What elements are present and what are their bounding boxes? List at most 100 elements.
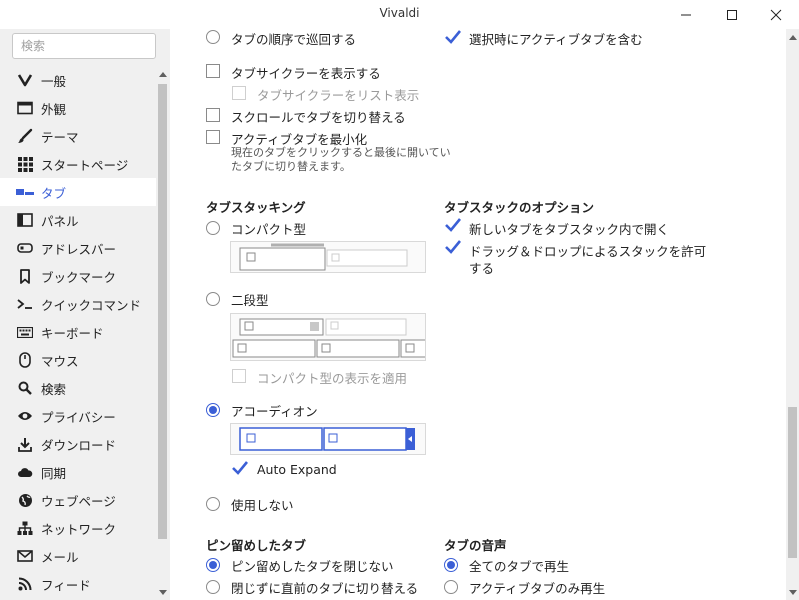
sidebar-item-appearance[interactable]: 外観 <box>0 94 156 122</box>
sidebar-item-label: マウス <box>41 353 79 369</box>
mouse-icon <box>16 351 34 369</box>
sidebar-item-search[interactable]: 検索 <box>0 374 156 402</box>
content-scrollbar-thumb[interactable] <box>788 407 797 558</box>
cycle-tab-order-radio[interactable] <box>206 30 220 44</box>
audio-active-only-radio[interactable] <box>444 580 458 594</box>
sidebar-item-mail[interactable]: メール <box>0 542 156 570</box>
show-tab-cycler-checkbox[interactable] <box>206 64 220 78</box>
search-icon <box>16 379 34 397</box>
sidebar-item-keyboard[interactable]: キーボード <box>0 318 156 346</box>
content-scroll-up-arrow[interactable] <box>786 31 799 43</box>
sidebar-item-label: 外観 <box>41 101 67 117</box>
stacking-accordion-radio[interactable] <box>206 403 220 417</box>
content-scroll-down-arrow[interactable] <box>786 586 799 598</box>
sidebar-item-tabs[interactable]: タブ <box>0 178 156 206</box>
sidebar-item-privacy[interactable]: プライバシー <box>0 402 156 430</box>
sidebar-item-theme[interactable]: テーマ <box>0 122 156 150</box>
minimize-active-tab-checkbox[interactable] <box>206 130 220 144</box>
minimize-active-tab-description: 現在のタブをクリックすると最後に開いてい <box>231 146 451 159</box>
sidebar-item-label: スタートページ <box>41 157 129 173</box>
cycler-list-label: タブサイクラーをリスト表示 <box>257 88 420 103</box>
sidebar-item-address-bar[interactable]: アドレスバー <box>0 234 156 262</box>
sidebar-item-label: パネル <box>41 213 79 229</box>
sidebar-scroll-up-arrow[interactable] <box>156 68 169 80</box>
minimize-button[interactable] <box>663 0 709 29</box>
stacking-compact-radio[interactable] <box>206 221 220 235</box>
settings-sidebar: 一般 外観 テーマ スタートページ タブ パネル <box>0 29 170 600</box>
open-in-stack-checkbox[interactable] <box>444 217 462 233</box>
audio-all-tabs-label: 全てのタブで再生 <box>469 559 570 574</box>
maximize-button[interactable] <box>709 0 755 29</box>
brush-icon <box>16 127 34 145</box>
address-bar-icon <box>16 239 34 257</box>
mail-icon <box>16 547 34 565</box>
apply-compact-label: コンパクト型の表示を適用 <box>257 371 408 386</box>
cycler-list-checkbox[interactable] <box>232 86 246 100</box>
audio-active-only-label: アクティブタブのみ再生 <box>469 581 606 596</box>
stacking-none-label: 使用しない <box>231 498 294 513</box>
arrow-down-icon <box>158 589 167 595</box>
sidebar-item-quick-commands[interactable]: クイックコマンド <box>0 290 156 318</box>
sidebar-item-mouse[interactable]: マウス <box>0 346 156 374</box>
sidebar-item-label: ダウンロード <box>41 437 117 453</box>
arrow-up-icon <box>788 34 797 40</box>
cloud-icon <box>16 463 34 481</box>
panel-icon <box>16 211 34 229</box>
include-active-tab-checkbox[interactable] <box>444 29 462 45</box>
arrow-down-icon <box>788 589 797 595</box>
stacking-two-level-radio[interactable] <box>206 292 220 306</box>
scroll-switch-tabs-label: スクロールでタブを切り替える <box>231 110 406 125</box>
scroll-switch-tabs-checkbox[interactable] <box>206 108 220 122</box>
audio-all-tabs-radio[interactable] <box>444 558 458 572</box>
stacking-none-radio[interactable] <box>206 497 220 511</box>
sidebar-item-label: 一般 <box>41 73 67 89</box>
title-bar: Vivaldi <box>0 0 799 29</box>
settings-nav: 一般 外観 テーマ スタートページ タブ パネル アドレスバー ブックマーク ク… <box>0 66 156 598</box>
window-icon <box>16 99 34 117</box>
feed-icon <box>16 575 34 593</box>
tab-stacking-heading: タブスタッキング <box>206 200 306 215</box>
stacking-accordion-label: アコーディオン <box>231 404 318 419</box>
sidebar-item-label: 同期 <box>41 465 67 481</box>
pinned-switch-prev-radio[interactable] <box>206 580 220 594</box>
sidebar-item-panels[interactable]: パネル <box>0 206 156 234</box>
stacking-compact-label: コンパクト型 <box>231 222 307 237</box>
drag-drop-stack-label: ドラッグ＆ドロップによるスタックを許可 <box>469 244 707 259</box>
sidebar-item-webpages[interactable]: ウェブページ <box>0 486 156 514</box>
close-icon <box>770 9 782 20</box>
sidebar-item-label: ネットワーク <box>41 521 117 537</box>
sidebar-item-start-page[interactable]: スタートページ <box>0 150 156 178</box>
include-active-tab-label: 選択時にアクティブタブを含む <box>469 32 643 47</box>
vivaldi-logo-icon <box>16 71 34 89</box>
drag-drop-stack-checkbox[interactable] <box>444 239 462 255</box>
sidebar-scrollbar-thumb[interactable] <box>158 84 167 539</box>
two-level-stack-preview <box>230 313 432 361</box>
minimize-active-tab-description: たタブに切り替えます。 <box>231 160 351 173</box>
sidebar-item-label: ブックマーク <box>41 269 117 285</box>
pinned-dont-close-radio[interactable] <box>206 558 220 572</box>
sidebar-item-label: 検索 <box>41 381 67 397</box>
sidebar-scroll-down-arrow[interactable] <box>156 586 169 598</box>
eye-icon <box>16 407 34 425</box>
sidebar-item-sync[interactable]: 同期 <box>0 458 156 486</box>
auto-expand-checkbox[interactable] <box>231 460 249 476</box>
sidebar-item-label: プライバシー <box>41 409 116 425</box>
apply-compact-checkbox[interactable] <box>232 369 246 383</box>
sidebar-item-general[interactable]: 一般 <box>0 66 156 94</box>
minimize-icon <box>681 14 691 15</box>
close-button[interactable] <box>753 0 799 29</box>
settings-window: Vivaldi 一般 外観 テーマ <box>0 0 799 600</box>
show-tab-cycler-label: タブサイクラーを表示する <box>231 66 381 81</box>
sidebar-item-bookmarks[interactable]: ブックマーク <box>0 262 156 290</box>
sidebar-item-label: ウェブページ <box>41 493 116 509</box>
sidebar-item-label: テーマ <box>41 129 79 145</box>
tab-stack-options-heading: タブスタックのオプション <box>444 200 595 215</box>
sidebar-item-downloads[interactable]: ダウンロード <box>0 430 156 458</box>
sidebar-item-network[interactable]: ネットワーク <box>0 514 156 542</box>
bookmark-icon <box>16 267 34 285</box>
sidebar-item-label: メール <box>41 549 79 565</box>
sidebar-item-feeds[interactable]: フィード <box>0 570 156 598</box>
network-icon <box>16 519 34 537</box>
sidebar-item-label: クイックコマンド <box>41 297 142 313</box>
settings-search-input[interactable] <box>12 33 156 59</box>
